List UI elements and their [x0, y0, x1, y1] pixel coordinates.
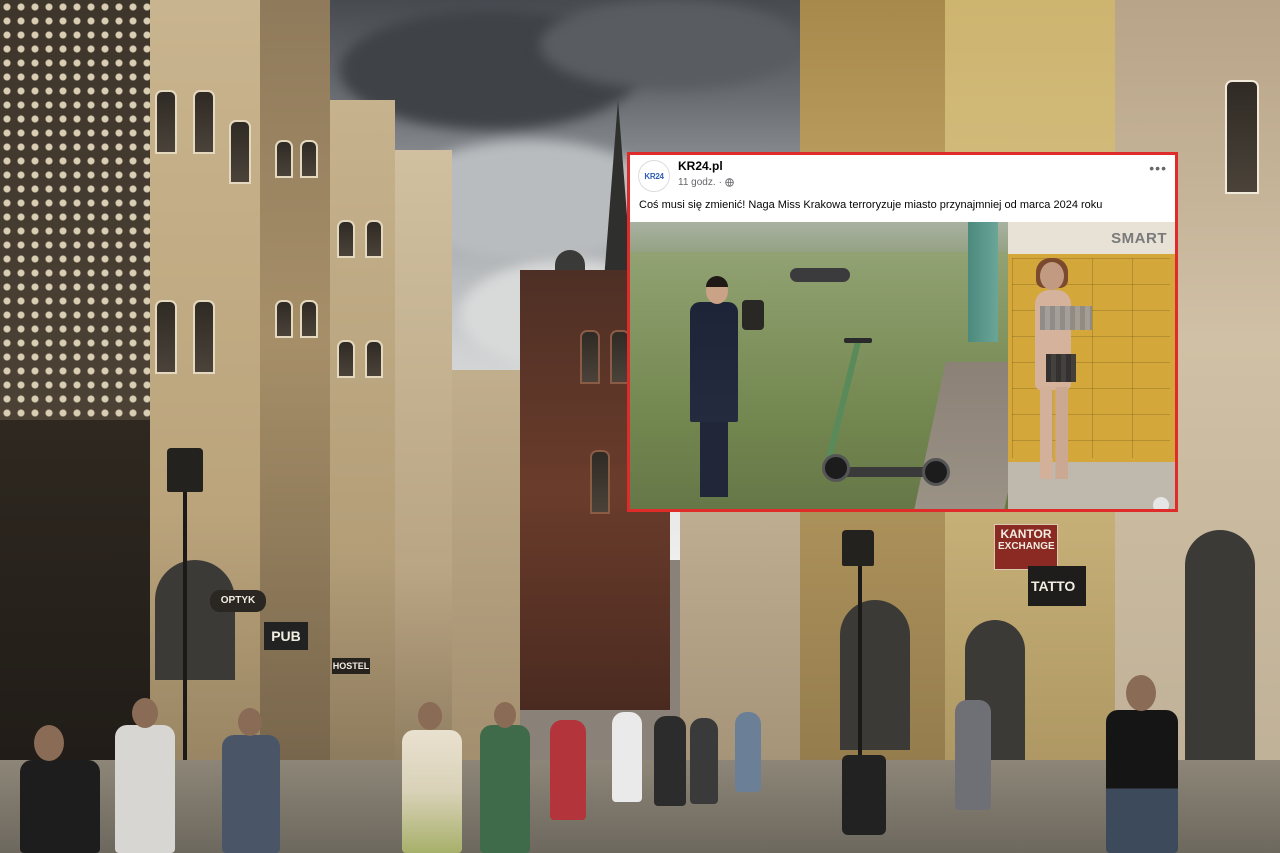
- pub-sign: PUB: [264, 622, 308, 650]
- woman-head: [1040, 262, 1064, 290]
- building-window: [300, 140, 318, 178]
- building-window: [275, 300, 293, 338]
- street-lamp-post: [858, 560, 862, 760]
- pedestrian: [955, 700, 991, 810]
- building: [325, 100, 395, 853]
- building-window: [155, 90, 177, 154]
- building-window: [365, 340, 383, 378]
- woman-legs: [1040, 387, 1068, 479]
- pedestrian: [654, 716, 686, 806]
- exchange-label: EXCHANGE: [998, 541, 1055, 553]
- facebook-post-card: KR24 KR24.pl 11 godz. · ••• Coś musi się…: [627, 152, 1178, 512]
- building-window: [1225, 80, 1259, 194]
- pedestrian: [1106, 710, 1178, 853]
- street-lamp: [167, 448, 203, 492]
- hostel-sign: HOSTEL: [332, 658, 370, 674]
- background-wall: [630, 222, 1010, 252]
- separator-dot: ·: [718, 177, 722, 188]
- pedestrian-head: [1126, 675, 1156, 711]
- building-window: [300, 300, 318, 338]
- post-header: KR24 KR24.pl 11 godz. · •••: [630, 155, 1175, 195]
- kantor-label: KANTOR: [1000, 527, 1052, 541]
- pedestrian: [222, 735, 280, 853]
- avatar-logo-text: KR24: [644, 171, 664, 181]
- page-avatar[interactable]: KR24: [638, 160, 670, 192]
- phone: [742, 300, 764, 330]
- pedestrian-head: [418, 702, 442, 730]
- tattoo-sign: TATTO: [1028, 566, 1086, 606]
- pedestrian-head: [238, 708, 262, 736]
- pedestrian: [690, 718, 718, 804]
- scooter-handlebar: [844, 338, 872, 343]
- man-in-suit: [690, 302, 738, 422]
- video-corner-icon: [1153, 497, 1169, 509]
- pedestrian: [402, 730, 462, 853]
- censor-blur-top: [1040, 306, 1092, 330]
- building-window: [193, 300, 215, 374]
- building-window: [193, 90, 215, 154]
- optyk-sign: OPTYK: [210, 590, 266, 612]
- church-window: [590, 450, 610, 514]
- pedestrian: [735, 712, 761, 792]
- church-window: [580, 330, 600, 384]
- pedestrian: [612, 712, 642, 802]
- scooter-rear-wheel: [922, 458, 950, 486]
- kantor-exchange-sign: KANTOR EXCHANGE: [994, 524, 1058, 570]
- trash-bin: [842, 755, 886, 835]
- shop-arch: [840, 600, 910, 750]
- locker-base: [1008, 462, 1175, 509]
- man-legs: [700, 417, 728, 497]
- pedestrian-head: [494, 702, 516, 728]
- building-window: [337, 340, 355, 378]
- globe-icon: [725, 178, 734, 187]
- post-video-thumbnail[interactable]: SMART: [630, 222, 1175, 509]
- pedestrian: [480, 725, 530, 853]
- building-window: [365, 220, 383, 258]
- locker-brand-text: SMART: [1111, 229, 1167, 247]
- scooter-front-wheel: [822, 454, 850, 482]
- building-window: [337, 220, 355, 258]
- street-lamp: [842, 530, 874, 566]
- post-time[interactable]: 11 godz.: [678, 177, 716, 188]
- pedestrian-head: [34, 725, 64, 761]
- more-options-icon[interactable]: •••: [1149, 161, 1167, 175]
- green-post: [968, 222, 998, 342]
- building: [255, 0, 330, 853]
- pedestrian: [115, 725, 175, 853]
- censor-blur-bottom: [1046, 354, 1076, 382]
- shop-arch: [155, 560, 235, 680]
- parcel-locker-header: SMART: [1008, 222, 1175, 254]
- pedestrian: [550, 720, 586, 820]
- cloud: [540, 0, 800, 90]
- post-text: Coś musi się zmienić! Naga Miss Krakowa …: [639, 199, 1103, 211]
- building-window: [229, 120, 251, 184]
- building-window: [275, 140, 293, 178]
- post-meta: 11 godz. ·: [678, 177, 734, 188]
- page-name[interactable]: KR24.pl: [678, 159, 723, 173]
- lying-person: [790, 268, 850, 282]
- building-window: [155, 300, 177, 374]
- pedestrian-head: [132, 698, 158, 728]
- pedestrian: [20, 760, 100, 853]
